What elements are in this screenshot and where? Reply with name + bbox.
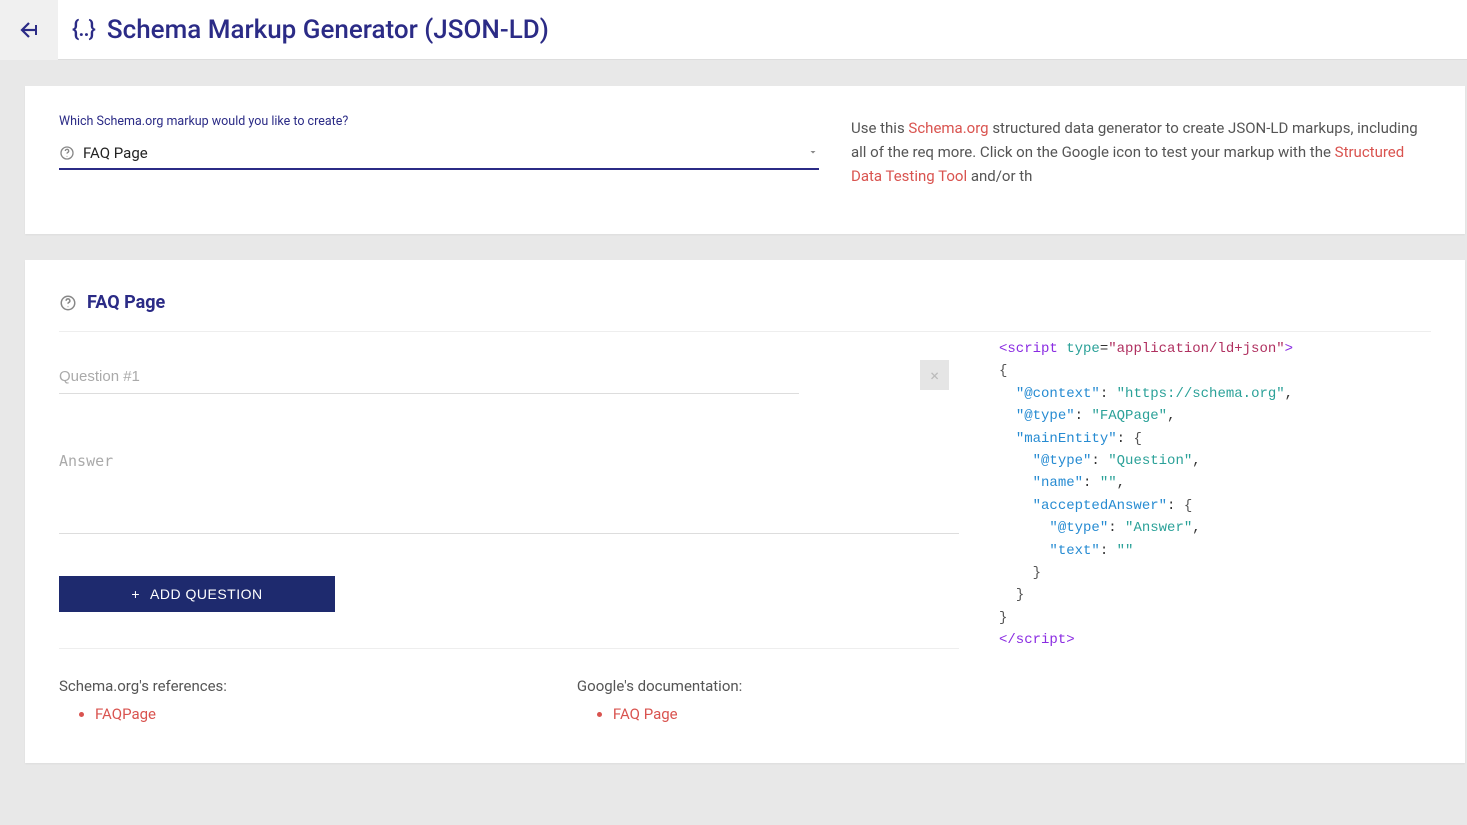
code-output: <script type="application/ld+json"> { "@…: [999, 332, 1431, 723]
plus-icon: +: [131, 586, 140, 602]
back-button[interactable]: [0, 0, 58, 60]
help-icon: [59, 145, 75, 161]
close-icon: ×: [930, 366, 939, 385]
schema-type-select[interactable]: FAQ Page: [59, 139, 819, 170]
list-item: FAQ Page: [613, 705, 742, 723]
add-question-button[interactable]: + ADD QUESTION: [59, 576, 335, 612]
list-item: FAQPage: [95, 705, 227, 723]
schema-org-link[interactable]: Schema.org: [908, 119, 988, 137]
refs-google-label: Google's documentation:: [577, 677, 742, 695]
faqpage-google-link[interactable]: FAQ Page: [613, 705, 678, 723]
page-title-text: Schema Markup Generator (JSON-LD): [107, 15, 549, 45]
section-title-text: FAQ Page: [87, 292, 165, 313]
question-input[interactable]: [59, 360, 799, 394]
help-icon: [59, 294, 77, 312]
main-card: FAQ Page × + ADD QUESTION: [25, 260, 1465, 763]
selector-label: Which Schema.org markup would you like t…: [59, 114, 819, 129]
answer-textarea[interactable]: [59, 444, 959, 534]
remove-question-button[interactable]: ×: [920, 360, 949, 390]
intro-text: Use this Schema.org structured data gene…: [851, 114, 1431, 188]
page-title: {..} Schema Markup Generator (JSON-LD): [72, 15, 549, 45]
selector-value: FAQ Page: [83, 144, 807, 162]
app-header: {..} Schema Markup Generator (JSON-LD): [0, 0, 1467, 60]
faqpage-ref-link[interactable]: FAQPage: [95, 705, 156, 723]
divider: [59, 648, 959, 649]
chevron-down-icon: [807, 143, 819, 162]
add-button-label: ADD QUESTION: [150, 586, 263, 602]
section-title: FAQ Page: [59, 292, 1431, 313]
selector-card: Which Schema.org markup would you like t…: [25, 86, 1465, 234]
refs-schema-label: Schema.org's references:: [59, 677, 227, 695]
back-arrow-icon: [17, 18, 41, 42]
logo-icon: {..}: [72, 17, 95, 42]
